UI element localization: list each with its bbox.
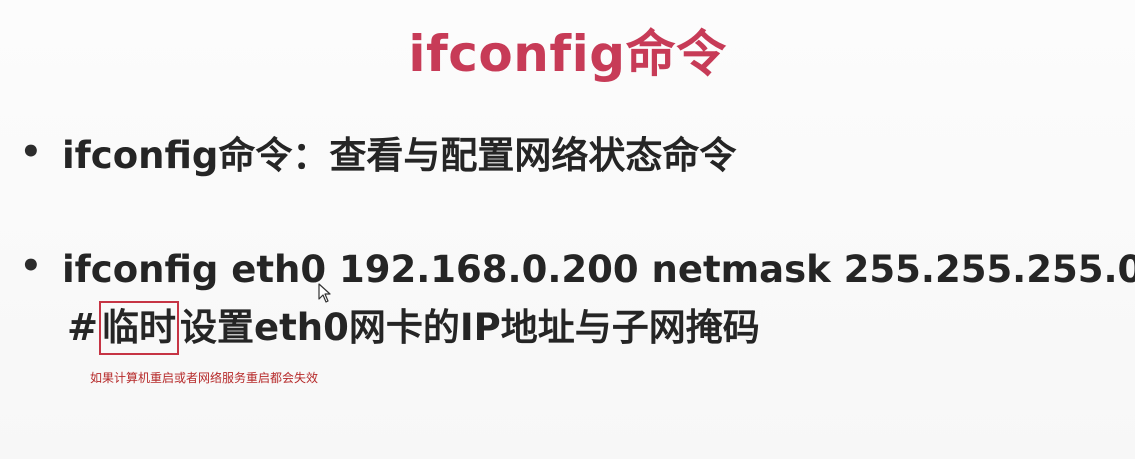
slide-title: ifconfig命令 — [408, 25, 727, 83]
comment-description: 设置eth0网卡的IP地址与子网掩码 — [180, 306, 760, 349]
comment-prefix: # — [67, 306, 99, 349]
presentation-slide: ifconfig命令 • ifconfig命令：查看与配置网络状态命令 • if… — [0, 0, 1135, 459]
restart-note: 如果计算机重启或者网络服务重启都会失效 — [90, 371, 319, 385]
bullet-text-2-line-1: ifconfig eth0 192.168.0.200 netmask 255.… — [62, 248, 1135, 291]
bullet-item-1: • ifconfig命令：查看与配置网络状态命令 — [20, 132, 736, 180]
temporary-highlight-text: 临时 — [102, 306, 177, 349]
mouse-pointer-icon — [318, 283, 331, 303]
temporary-highlight-box: 临时 — [99, 301, 180, 355]
bullet-marker: • — [20, 132, 42, 172]
bullet-text-2-line-2: # 临时 设置eth0网卡的IP地址与子网掩码 — [67, 301, 760, 355]
bullet-item-2: • ifconfig eth0 192.168.0.200 netmask 25… — [20, 246, 1135, 294]
bullet-text-1: ifconfig命令：查看与配置网络状态命令 — [62, 134, 737, 177]
bullet-marker: • — [20, 246, 42, 286]
